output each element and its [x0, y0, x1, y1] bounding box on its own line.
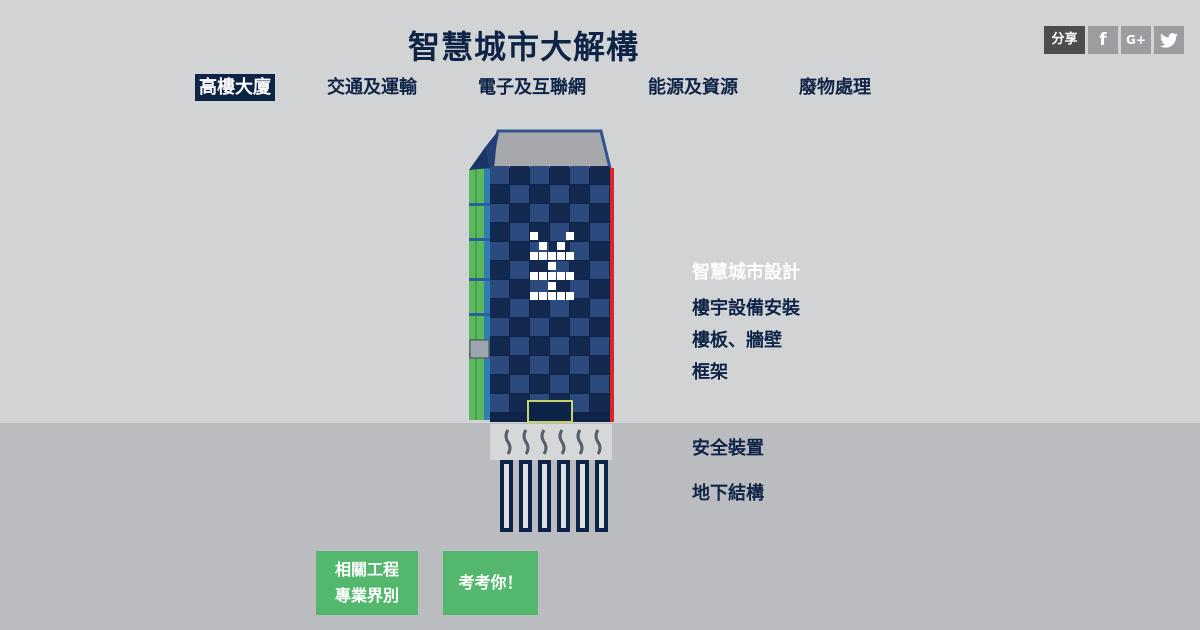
related-professions-button[interactable]: 相關工程 專業界別 [316, 551, 418, 615]
facebook-icon[interactable]: f [1088, 26, 1118, 54]
tab-energy-resources[interactable]: 能源及資源 [644, 74, 742, 101]
google-plus-icon[interactable]: G+ [1121, 26, 1151, 54]
tab-skyscrapers[interactable]: 高樓大廈 [195, 74, 275, 101]
building-illustration [464, 128, 624, 542]
tab-transport[interactable]: 交通及運輸 [323, 74, 421, 101]
hotspot-slabs-walls[interactable]: 樓板、牆壁 [692, 326, 782, 352]
hotspot-building-services[interactable]: 樓宇設備安裝 [692, 294, 800, 320]
twitter-icon[interactable] [1154, 26, 1184, 54]
quiz-button[interactable]: 考考你！ [443, 551, 538, 615]
related-professions-line1: 相關工程 [334, 560, 399, 579]
share-bar: 分享 f G+ [1044, 26, 1184, 54]
category-nav: 高樓大廈 交通及運輸 電子及互聯網 能源及資源 廢物處理 [195, 74, 915, 101]
share-label: 分享 [1044, 26, 1085, 54]
hotspot-frame[interactable]: 框架 [692, 358, 728, 384]
hotspot-safety-devices[interactable]: 安全裝置 [692, 434, 764, 460]
tab-electronics-internet[interactable]: 電子及互聯網 [474, 74, 590, 101]
hotspot-smart-city-design[interactable]: 智慧城市設計 [692, 258, 800, 284]
hotspot-underground-structure[interactable]: 地下結構 [692, 479, 764, 505]
related-professions-line2: 專業界別 [334, 586, 399, 605]
page-title: 智慧城市大解構 [408, 28, 640, 66]
tab-waste-treatment[interactable]: 廢物處理 [795, 74, 875, 101]
